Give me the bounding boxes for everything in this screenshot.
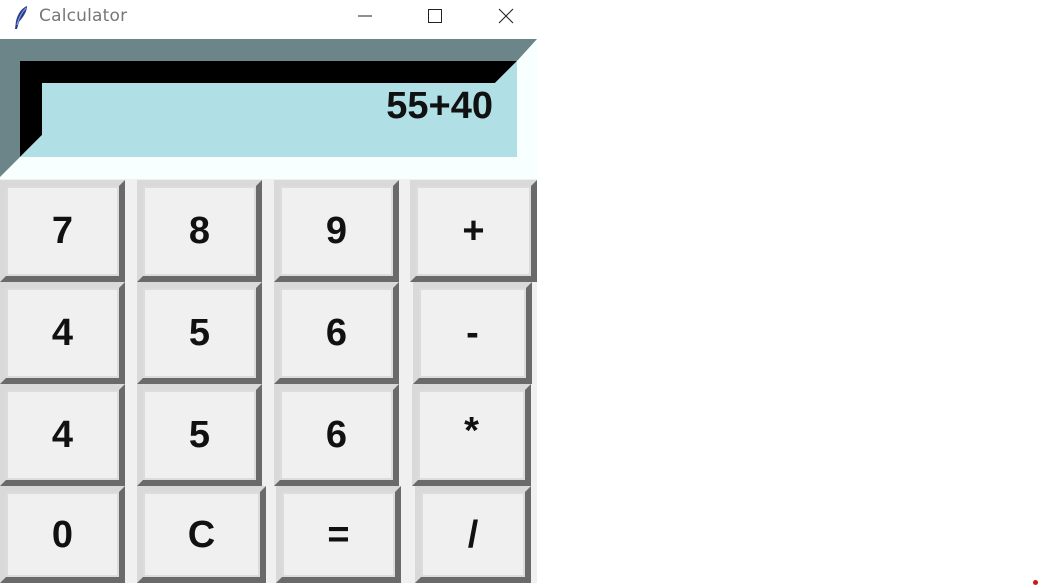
key-7[interactable]: 7 bbox=[0, 180, 125, 282]
minimize-button[interactable] bbox=[340, 0, 390, 32]
key-minus[interactable]: - bbox=[413, 282, 532, 384]
key-9[interactable]: 9 bbox=[274, 180, 399, 282]
window-title: Calculator bbox=[39, 6, 128, 26]
key-label: * bbox=[464, 410, 479, 452]
maximize-icon bbox=[428, 9, 442, 23]
key-plus[interactable]: + bbox=[410, 180, 537, 282]
display-panel: 55+40 bbox=[0, 39, 537, 179]
key-label: C bbox=[187, 513, 216, 556]
key-0[interactable]: 0 bbox=[0, 486, 125, 583]
maximize-button[interactable] bbox=[410, 0, 460, 32]
key-label: 5 bbox=[188, 312, 211, 354]
key-multiply[interactable]: * bbox=[412, 384, 531, 486]
minimize-icon bbox=[358, 15, 372, 17]
key-label: 0 bbox=[51, 513, 74, 556]
key-label: 4 bbox=[51, 312, 74, 354]
title-bar[interactable]: Calculator bbox=[0, 0, 537, 39]
key-label: - bbox=[466, 312, 479, 354]
key-label: 6 bbox=[325, 414, 348, 456]
close-icon bbox=[498, 8, 514, 24]
key-label: 5 bbox=[188, 414, 211, 456]
status-dot bbox=[1033, 580, 1038, 585]
key-label: 6 bbox=[325, 312, 348, 354]
key-label: 9 bbox=[325, 210, 348, 252]
key-divide[interactable]: / bbox=[415, 486, 531, 583]
key-label: 4 bbox=[51, 414, 74, 456]
calculator-window: Calculator 55+40 7 8 9 + 4 5 6 - 4 5 6 *… bbox=[0, 0, 537, 583]
key-6[interactable]: 6 bbox=[274, 282, 399, 384]
feather-icon bbox=[12, 5, 30, 31]
key-6-row3[interactable]: 6 bbox=[274, 384, 399, 486]
key-label: = bbox=[327, 513, 350, 556]
key-clear[interactable]: C bbox=[137, 486, 266, 583]
key-5-row3[interactable]: 5 bbox=[137, 384, 262, 486]
display-value: 55+40 bbox=[386, 85, 493, 127]
key-equals[interactable]: = bbox=[276, 486, 401, 583]
key-5[interactable]: 5 bbox=[137, 282, 262, 384]
key-4[interactable]: 4 bbox=[0, 282, 125, 384]
key-label: + bbox=[462, 210, 485, 252]
key-label: / bbox=[467, 513, 479, 556]
key-label: 7 bbox=[51, 210, 74, 252]
close-button[interactable] bbox=[481, 0, 531, 32]
key-4-row3[interactable]: 4 bbox=[0, 384, 125, 486]
key-label: 8 bbox=[188, 210, 211, 252]
key-8[interactable]: 8 bbox=[137, 180, 262, 282]
